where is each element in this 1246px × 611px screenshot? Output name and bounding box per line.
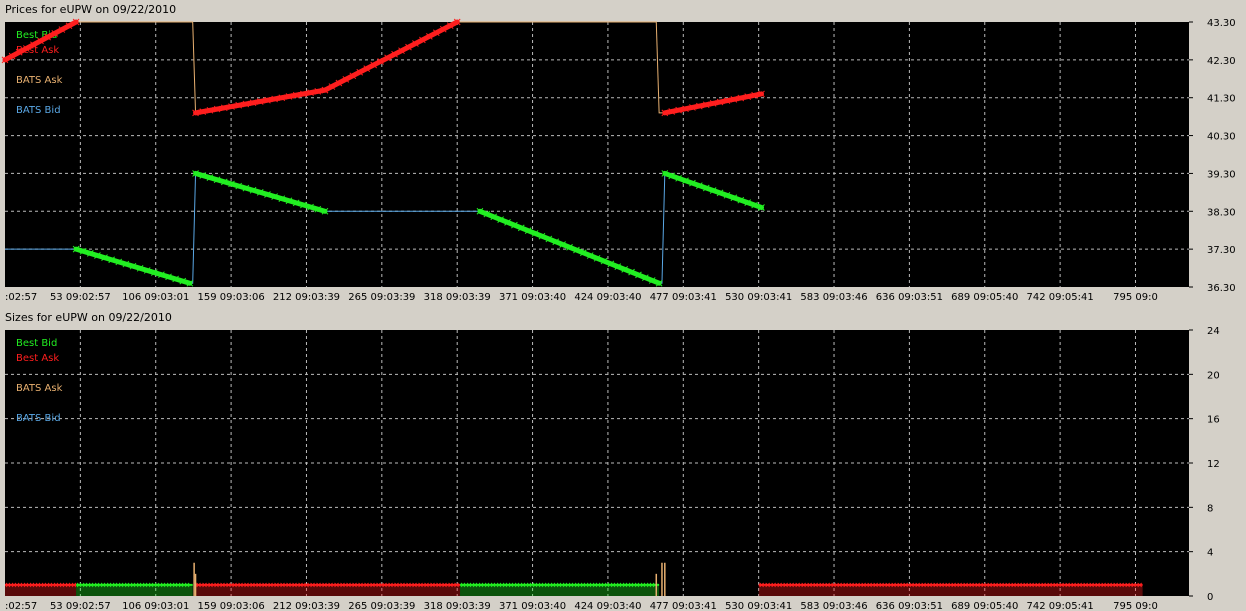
x-tick-label: 636 09:03:51 [876,292,943,303]
y-tick-label: 42.30 [1207,56,1236,67]
size-range-bar [758,584,1143,596]
y-tick-label: 20 [1207,370,1220,381]
x-tick-label: 53 09:02:57 [50,292,111,303]
legend-entry: BATS Ask [16,75,63,86]
y-tick-label: 39.30 [1207,169,1236,180]
x-tick-label: 318 09:03:39 [424,292,491,303]
y-tick-label: 37.30 [1207,245,1236,256]
y-tick-label: 40.30 [1207,132,1236,143]
x-tick-label: 689 09:05:40 [951,292,1018,303]
plot-area [5,22,1189,287]
x-tick-label: 477 09:03:41 [650,601,717,611]
x-tick-label: 371 09:03:40 [499,601,566,611]
x-tick-label: 265 09:03:39 [348,601,415,611]
x-tick-label: 106 09:03:01 [122,292,189,303]
x-tick-label: 477 09:03:41 [650,292,717,303]
y-tick-label: 41.30 [1207,94,1236,105]
prices-panel-title: Prices for eUPW on 09/22/2010 [5,3,176,16]
x-tick-label: 212 09:03:39 [273,601,340,611]
y-tick-label: 8 [1207,503,1213,514]
sizes-panel-title: Sizes for eUPW on 09/22/2010 [5,311,172,324]
x-tick-label: 265 09:03:39 [348,292,415,303]
x-tick-label: 424 09:03:40 [574,292,641,303]
x-tick-label: 742 09:05:41 [1027,292,1094,303]
y-tick-label: 38.30 [1207,207,1236,218]
x-tick-label: :02:57 [5,601,37,611]
y-tick-label: 4 [1207,548,1213,559]
x-tick-label: 583 09:03:46 [800,601,867,611]
x-tick-label: 742 09:05:41 [1027,601,1094,611]
y-tick-label: 16 [1207,415,1220,426]
x-tick-label: :02:57 [5,292,37,303]
plot-area [5,330,1189,596]
x-tick-label: 159 09:03:06 [198,601,265,611]
y-tick-label: 24 [1207,326,1220,337]
x-tick-label: 318 09:03:39 [424,601,491,611]
y-tick-label: 0 [1207,592,1213,603]
x-tick-label: 159 09:03:06 [198,292,265,303]
x-tick-label: 689 09:05:40 [951,601,1018,611]
y-tick-label: 12 [1207,459,1220,470]
size-range-bar [195,584,461,596]
x-tick-label: 53 09:02:57 [50,601,111,611]
x-tick-label: 583 09:03:46 [800,292,867,303]
legend-entry: Best Bid [16,338,57,349]
prices-plot: 43.30 42.30 41.30 40.30 39.30 38.30 37.30 36.30… [1,18,1236,303]
x-tick-label: 636 09:03:51 [876,601,943,611]
legend-entry: BATS Bid [16,105,61,116]
legend-entry: BATS Bid [16,413,61,424]
x-tick-label: 530 09:03:41 [725,292,792,303]
x-tick-label: 212 09:03:39 [273,292,340,303]
legend-entry: BATS Ask [16,383,63,394]
price-size-chart: Prices for eUPW on 09/22/2010 Sizes for … [0,0,1246,611]
y-tick-label: 36.30 [1207,283,1236,294]
x-tick-label: 371 09:03:40 [499,292,566,303]
sizes-plot: 24 20 16 12 8 4 0 :02:57 53 09:02:57 106 09:03:01… [5,326,1220,611]
legend-entry: Best Ask [16,353,59,364]
x-tick-label: 795 09:0 [1113,292,1158,303]
y-tick-label: 43.30 [1207,18,1236,29]
x-tick-label: 795 09:0 [1113,601,1158,611]
x-tick-label: 424 09:03:40 [574,601,641,611]
x-tick-label: 106 09:03:01 [122,601,189,611]
x-tick-label: 530 09:03:41 [725,601,792,611]
